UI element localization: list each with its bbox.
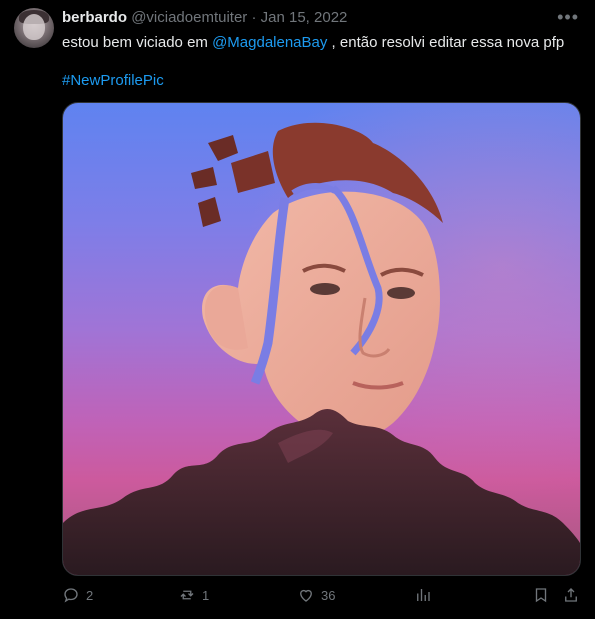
- left-eye: [310, 283, 340, 295]
- avatar-face: [23, 14, 45, 40]
- tweet[interactable]: berbardo @viciadoemtuiter · Jan 15, 2022…: [0, 0, 595, 619]
- header-separator: ·: [251, 9, 257, 26]
- share-button[interactable]: [562, 586, 580, 604]
- tweet-text-before: estou bem viciado em: [62, 34, 213, 51]
- bookmark-button[interactable]: [532, 586, 550, 604]
- tweet-actions: 2 1 36: [62, 586, 582, 608]
- hashtag-link[interactable]: #NewProfilePic: [62, 71, 164, 91]
- author-name[interactable]: berbardo: [62, 9, 127, 26]
- tweet-date[interactable]: Jan 15, 2022: [261, 9, 348, 26]
- retweet-button[interactable]: 1: [178, 586, 209, 604]
- reply-button[interactable]: 2: [62, 586, 93, 604]
- reply-icon: [64, 588, 78, 603]
- retweet-count: 1: [202, 587, 210, 603]
- tweet-text-after: , então resolvi editar essa nova pfp: [327, 34, 565, 51]
- views-icon: [417, 589, 430, 601]
- like-button[interactable]: 36: [297, 586, 335, 604]
- more-icon[interactable]: •••: [557, 8, 579, 26]
- reply-count: 2: [86, 587, 94, 603]
- tweet-media-image[interactable]: [62, 102, 581, 576]
- heart-icon: [300, 589, 312, 602]
- tweet-header: berbardo @viciadoemtuiter · Jan 15, 2022: [62, 9, 347, 27]
- author-handle[interactable]: @viciadoemtuiter: [131, 9, 247, 26]
- bookmark-icon: [535, 588, 547, 603]
- share-icon: [565, 588, 577, 602]
- tweet-text: estou bem viciado em @MagdalenaBay , ent…: [62, 33, 582, 53]
- avatar[interactable]: [14, 8, 54, 48]
- views-button[interactable]: [414, 586, 432, 604]
- like-count: 36: [321, 587, 336, 603]
- right-eye: [387, 287, 415, 299]
- retweet-icon: [180, 590, 194, 600]
- media-illustration: [63, 103, 580, 575]
- mention-link[interactable]: @MagdalenaBay: [212, 34, 327, 51]
